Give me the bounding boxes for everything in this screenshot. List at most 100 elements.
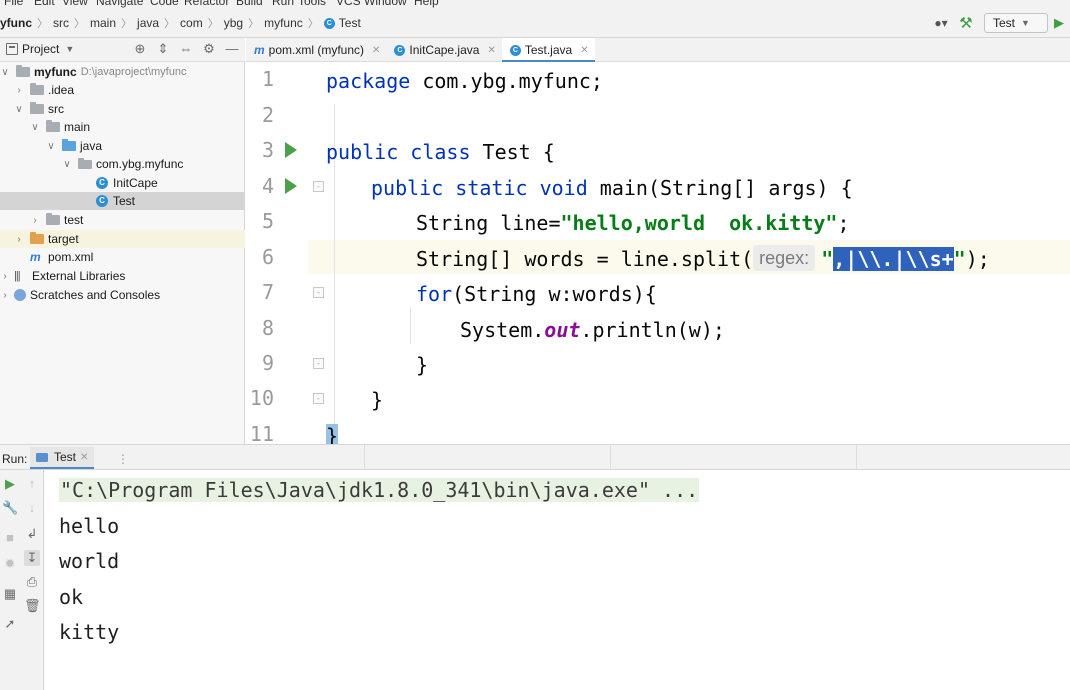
- project-tree: ∨ myfunc D:\javaproject\myfunc › .idea ∨…: [0, 62, 245, 444]
- layout-icon[interactable]: ▦: [2, 586, 18, 602]
- breadcrumb-item[interactable]: src 〉: [53, 15, 90, 31]
- breadcrumb-item[interactable]: java 〉: [137, 15, 180, 31]
- console-line: world: [59, 549, 120, 573]
- chevron-right-icon: 〉: [248, 18, 260, 30]
- trash-icon[interactable]: 🗑: [24, 598, 41, 614]
- close-icon[interactable]: ✕: [487, 45, 495, 56]
- package-icon: [78, 157, 92, 169]
- expand-all-icon[interactable]: ⇕: [156, 41, 170, 57]
- breadcrumb-item[interactable]: C Test: [323, 16, 361, 30]
- line-number: 3: [261, 138, 274, 162]
- chevron-down-icon: ▼: [1021, 18, 1030, 28]
- tree-item-idea[interactable]: › .idea: [0, 81, 245, 99]
- folder-icon: [30, 102, 44, 114]
- arrow-down-icon[interactable]: ↓: [24, 500, 40, 516]
- menu-bar: File Edit View Navigate Code Refactor Bu…: [0, 0, 1070, 8]
- scroll-to-end-icon[interactable]: ↧: [24, 550, 40, 566]
- tree-item-external-libraries[interactable]: › ||| External Libraries: [0, 267, 245, 285]
- tree-item-pom[interactable]: m pom.xml: [0, 248, 245, 266]
- run-configuration-select[interactable]: Test ▼: [984, 13, 1048, 33]
- menu-file[interactable]: File: [4, 0, 23, 8]
- class-icon: C: [394, 44, 406, 56]
- fold-icon[interactable]: -: [313, 181, 324, 192]
- tree-item-java[interactable]: ∨ java: [0, 137, 245, 155]
- run-icon[interactable]: ▶: [1054, 13, 1070, 33]
- drag-handle-icon[interactable]: ⋮: [117, 452, 129, 466]
- menu-refactor[interactable]: Refactor: [184, 0, 229, 8]
- tree-item-src[interactable]: ∨ src: [0, 100, 245, 118]
- breadcrumb-item[interactable]: main 〉: [90, 15, 137, 31]
- tree-item-main[interactable]: ∨ main: [0, 118, 245, 136]
- stop-icon[interactable]: ■: [2, 530, 18, 546]
- chevron-right-icon: 〉: [121, 18, 133, 30]
- collapse-all-icon[interactable]: ⇔: [179, 41, 193, 57]
- tab-test-java[interactable]: C Test.java ✕: [501, 38, 595, 63]
- debug-bug-icon[interactable]: ✹: [2, 556, 18, 572]
- menu-code[interactable]: Code: [150, 0, 179, 8]
- close-icon[interactable]: ✕: [372, 45, 380, 56]
- project-view-selector[interactable]: Project ▼: [6, 42, 74, 56]
- tree-item-initcape[interactable]: C InitCape: [0, 174, 245, 192]
- tree-item-package[interactable]: ∨ com.ybg.myfunc: [0, 155, 245, 173]
- menu-build[interactable]: Build: [236, 0, 263, 8]
- breadcrumb-item[interactable]: com 〉: [180, 15, 224, 31]
- chevron-down-icon: ∨: [31, 121, 39, 133]
- tree-item-test-class[interactable]: C Test: [0, 192, 245, 210]
- code-editor[interactable]: 1 2 3 4 5 6 7 8 9 10 11 - - - - package …: [246, 62, 1070, 444]
- build-hammer-icon[interactable]: ⚒: [954, 13, 978, 33]
- chevron-down-icon: ∨: [47, 140, 55, 152]
- pin-icon[interactable]: ➚: [2, 616, 18, 632]
- breadcrumb: yfunc 〉 src 〉 main 〉 java 〉 com 〉 ybg 〉 myfunc…: [0, 15, 361, 31]
- rerun-icon[interactable]: ▶: [2, 476, 18, 492]
- chevron-right-icon: 〉: [164, 18, 176, 30]
- line-number: 8: [261, 316, 274, 340]
- run-toolbar: ▶ ↑ 🔧 ↓ ■ ↲ ✹ ↧ ▦ ⎙ 🗑 ➚: [0, 470, 44, 690]
- gear-icon[interactable]: ⚙: [202, 41, 216, 57]
- menu-view[interactable]: View: [62, 0, 88, 8]
- minimize-icon[interactable]: —: [225, 41, 239, 57]
- console-line: hello: [59, 514, 120, 538]
- toolbar-right: ●▾ ⚒ Test ▼ ▶: [928, 12, 1070, 34]
- class-icon: C: [96, 195, 108, 207]
- tree-item-target[interactable]: › target: [0, 230, 245, 248]
- line-number: 11: [249, 422, 274, 444]
- arrow-up-icon[interactable]: ↑: [24, 476, 40, 492]
- breadcrumb-item[interactable]: yfunc 〉: [0, 15, 53, 31]
- tree-item-scratches[interactable]: › Scratches and Consoles: [0, 286, 245, 304]
- close-icon[interactable]: ✕: [80, 452, 88, 463]
- chevron-down-icon: ∨: [15, 103, 23, 115]
- close-icon[interactable]: ✕: [580, 45, 588, 56]
- tree-item-myfunc[interactable]: ∨ myfunc D:\javaproject\myfunc: [0, 63, 245, 81]
- menu-window[interactable]: Window: [364, 0, 407, 8]
- run-tab-test[interactable]: Test ✕: [30, 447, 95, 469]
- soft-wrap-icon[interactable]: ↲: [24, 526, 40, 542]
- wrench-icon[interactable]: 🔧: [2, 500, 18, 516]
- folder-icon: [46, 120, 60, 132]
- breadcrumb-item[interactable]: myfunc 〉: [264, 15, 324, 31]
- menu-edit[interactable]: Edit: [34, 0, 55, 8]
- menu-run[interactable]: Run: [272, 0, 294, 8]
- line-number: 10: [249, 386, 274, 410]
- breadcrumb-item[interactable]: ybg 〉: [224, 15, 264, 31]
- class-icon: C: [323, 17, 335, 29]
- code-line-10: }: [371, 388, 384, 412]
- console-line: ok: [59, 585, 84, 609]
- menu-help[interactable]: Help: [414, 0, 439, 8]
- user-icon[interactable]: ●▾: [928, 13, 954, 33]
- locate-icon[interactable]: ⊕: [133, 41, 147, 57]
- tab-pom-xml[interactable]: m pom.xml (myfunc) ✕: [246, 38, 386, 62]
- menu-navigate[interactable]: Navigate: [96, 0, 143, 8]
- chevron-right-icon: ›: [17, 233, 21, 245]
- fold-icon[interactable]: -: [313, 358, 324, 369]
- console-output[interactable]: "C:\Program Files\Java\jdk1.8.0_341\bin\…: [45, 470, 1070, 690]
- tab-initcape-java[interactable]: C InitCape.java ✕: [386, 38, 501, 62]
- menu-vcs[interactable]: VCS: [336, 0, 361, 8]
- project-panel-header: Project ▼ ⊕ ⇕ ⇔ ⚙ —: [0, 38, 245, 62]
- run-method-icon[interactable]: [285, 178, 297, 194]
- tree-item-test-folder[interactable]: › test: [0, 211, 245, 229]
- menu-tools[interactable]: Tools: [298, 0, 326, 8]
- run-class-icon[interactable]: [285, 142, 297, 158]
- print-icon[interactable]: ⎙: [24, 574, 40, 590]
- fold-icon[interactable]: -: [313, 393, 324, 404]
- fold-icon[interactable]: -: [313, 287, 324, 298]
